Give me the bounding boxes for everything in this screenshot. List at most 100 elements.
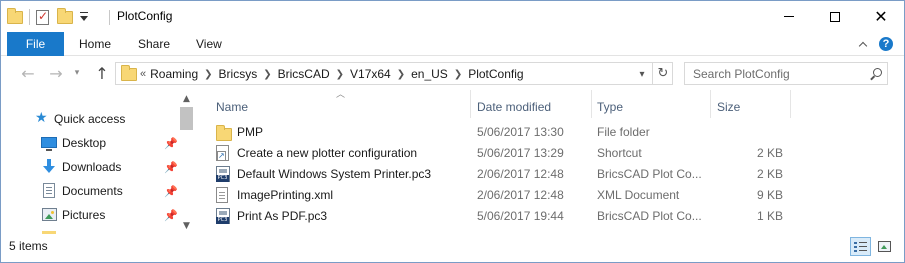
tab-home[interactable]: Home — [79, 32, 111, 56]
tab-share[interactable]: Share — [138, 32, 170, 56]
properties-icon[interactable] — [36, 9, 49, 25]
file-date: 5/06/2017 13:30 — [477, 125, 564, 139]
sidebar-item-label: Quick access — [54, 112, 126, 126]
new-folder-icon[interactable] — [57, 7, 73, 24]
chevron-right-icon[interactable]: ❯ — [336, 69, 344, 80]
search-icon[interactable] — [869, 67, 883, 81]
file-list: ︿ Name Date modified Type Size PMP 5/06/… — [196, 90, 904, 234]
details-view-button[interactable] — [850, 237, 871, 256]
pin-icon[interactable]: 📌 — [164, 161, 178, 174]
sidebar-item-desktop[interactable]: Desktop 📌 — [1, 132, 178, 154]
column-divider[interactable] — [710, 90, 711, 118]
customize-toolbar-dropdown-icon[interactable] — [79, 10, 89, 24]
breadcrumb-item[interactable]: BricsCAD — [278, 67, 330, 81]
file-type: XML Document — [597, 188, 680, 202]
tab-view[interactable]: View — [196, 32, 222, 56]
file-type: BricsCAD Plot Co... — [597, 209, 701, 223]
chevron-right-icon[interactable]: ❯ — [263, 69, 271, 80]
arrow-right-icon: → — [49, 63, 63, 83]
pc3-file-icon — [216, 208, 230, 227]
large-icons-view-button[interactable] — [874, 237, 895, 256]
tab-file[interactable]: File — [7, 32, 64, 56]
chevron-right-icon[interactable]: ❯ — [454, 69, 462, 80]
sidebar-item-label: Documents — [62, 184, 123, 198]
folder-icon — [216, 125, 232, 144]
forward-button[interactable]: → — [45, 63, 67, 83]
file-name: Create a new plotter configuration — [237, 146, 418, 160]
column-header-date-modified[interactable]: Date modified — [477, 96, 551, 118]
recent-locations-button[interactable]: ▾ — [71, 63, 83, 83]
search-input[interactable]: Search PlotConfig — [684, 62, 888, 85]
scroll-up-button[interactable]: ▲ — [178, 90, 195, 107]
file-name: ImagePrinting.xml — [237, 188, 334, 202]
minimize-icon — [784, 16, 794, 17]
sidebar-item-pictures[interactable]: Pictures 📌 — [1, 204, 178, 226]
maximize-icon — [830, 11, 840, 22]
column-divider[interactable] — [470, 90, 471, 118]
details-view-icon — [854, 241, 867, 252]
shortcut-icon — [216, 145, 229, 164]
breadcrumb-overflow[interactable]: « — [140, 68, 146, 80]
pin-icon[interactable]: 📌 — [164, 185, 178, 198]
refresh-button[interactable]: ↻ — [652, 63, 673, 84]
maximize-button[interactable] — [812, 1, 858, 32]
search-placeholder: Search PlotConfig — [693, 67, 790, 81]
breadcrumb-item[interactable]: Roaming — [150, 67, 198, 81]
sort-ascending-icon: ︿ — [336, 90, 346, 100]
scrollbar-thumb[interactable] — [180, 107, 193, 130]
sidebar-item-downloads[interactable]: Downloads 📌 — [1, 156, 178, 178]
file-row-default-printer[interactable]: Default Windows System Printer.pc3 2/06/… — [196, 164, 904, 185]
chevron-right-icon[interactable]: ❯ — [204, 69, 212, 80]
refresh-icon: ↻ — [657, 66, 669, 81]
help-icon[interactable]: ? — [879, 37, 893, 51]
file-size: 9 KB — [756, 188, 783, 202]
breadcrumb-item[interactable]: Bricsys — [219, 67, 258, 81]
close-button[interactable]: ✕ — [858, 1, 904, 32]
chevron-down-icon: ▾ — [639, 68, 645, 80]
breadcrumb-item[interactable]: en_US — [411, 67, 448, 81]
file-name: PMP — [237, 125, 264, 139]
column-header-size[interactable]: Size — [717, 96, 740, 118]
pictures-icon — [42, 208, 57, 221]
caret-down-icon: ▼ — [183, 220, 190, 231]
column-divider[interactable] — [591, 90, 592, 118]
ribbon-tabs: File Home Share View ? — [1, 32, 904, 56]
sidebar-item-quick-access[interactable]: ★ Quick access — [1, 108, 177, 130]
up-button[interactable]: ↑ — [91, 63, 113, 83]
pin-icon[interactable]: 📌 — [164, 209, 178, 222]
window-title: PlotConfig — [117, 9, 173, 23]
sidebar-item-label: Desktop — [62, 136, 107, 150]
star-icon: ★ — [35, 110, 48, 126]
column-divider[interactable] — [790, 90, 791, 118]
back-button[interactable]: ← — [17, 63, 39, 83]
address-history-dropdown[interactable]: ▾ — [635, 67, 649, 81]
file-name: Default Windows System Printer.pc3 — [237, 167, 432, 181]
breadcrumb-item-current[interactable]: PlotConfig — [468, 67, 523, 81]
sidebar-item-documents[interactable]: Documents 📌 — [1, 180, 178, 202]
sidebar-item-label: Pictures — [62, 208, 106, 222]
chevron-right-icon[interactable]: ❯ — [397, 69, 405, 80]
expand-ribbon-icon[interactable] — [859, 39, 869, 49]
file-type: Shortcut — [597, 146, 642, 160]
column-header-type[interactable]: Type — [597, 96, 623, 118]
breadcrumb-item[interactable]: V17x64 — [350, 67, 391, 81]
explorer-window: PlotConfig ✕ File Home Share View ? ← → … — [0, 0, 905, 263]
document-icon — [43, 183, 55, 198]
folder-icon[interactable] — [7, 7, 23, 24]
file-row-pmp[interactable]: PMP 5/06/2017 13:30 File folder — [196, 122, 904, 143]
navigation-pane-scrollbar[interactable]: ▲ ▼ — [178, 90, 195, 234]
column-header-name[interactable]: Name — [216, 96, 248, 118]
folder-icon — [121, 65, 137, 81]
minimize-button[interactable] — [766, 1, 812, 32]
file-row-print-as-pdf[interactable]: Print As PDF.pc3 5/06/2017 19:44 BricsCA… — [196, 206, 904, 227]
address-bar[interactable]: « Roaming ❯ Bricsys ❯ BricsCAD ❯ V17x64 … — [115, 62, 673, 85]
file-row-create-plotter[interactable]: Create a new plotter configuration 5/06/… — [196, 143, 904, 164]
file-row-imageprinting[interactable]: ImagePrinting.xml 2/06/2017 12:48 XML Do… — [196, 185, 904, 206]
pin-icon[interactable]: 📌 — [164, 137, 178, 150]
scroll-down-button[interactable]: ▼ — [178, 217, 195, 234]
large-icons-view-icon — [878, 241, 891, 252]
caret-up-icon: ▲ — [183, 93, 190, 104]
arrow-up-icon: ↑ — [95, 63, 109, 83]
file-type: BricsCAD Plot Co... — [597, 167, 701, 181]
toolbar-separator — [29, 9, 30, 25]
